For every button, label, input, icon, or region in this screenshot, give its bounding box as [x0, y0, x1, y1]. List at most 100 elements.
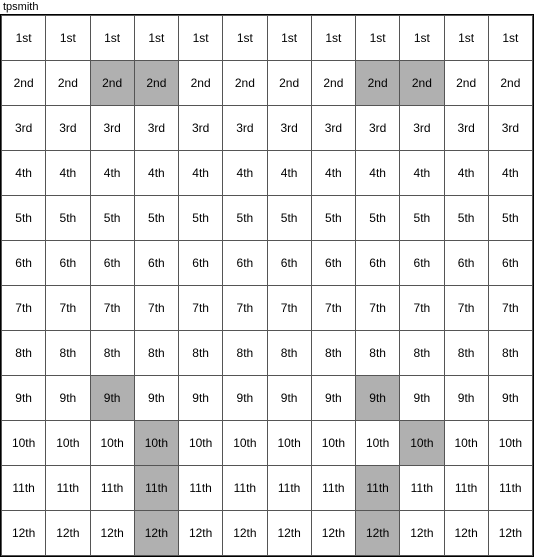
table-cell: 11th	[267, 466, 311, 511]
table-cell: 9th	[444, 376, 488, 421]
table-cell: 3rd	[444, 106, 488, 151]
table-cell: 1st	[400, 16, 444, 61]
table-cell: 4th	[90, 151, 134, 196]
table-cell: 10th	[179, 421, 223, 466]
table-cell: 9th	[311, 376, 355, 421]
table-cell: 5th	[90, 196, 134, 241]
table-cell: 8th	[179, 331, 223, 376]
table-cell: 6th	[444, 241, 488, 286]
table-cell: 12th	[444, 511, 488, 556]
table-cell: 9th	[90, 376, 134, 421]
table-cell: 12th	[134, 511, 178, 556]
table-cell: 3rd	[46, 106, 90, 151]
table-cell: 7th	[400, 286, 444, 331]
table-cell: 4th	[311, 151, 355, 196]
table-cell: 6th	[46, 241, 90, 286]
table-cell: 6th	[400, 241, 444, 286]
table-cell: 1st	[356, 16, 400, 61]
table-cell: 11th	[356, 466, 400, 511]
table-cell: 6th	[311, 241, 355, 286]
table-cell: 2nd	[2, 61, 46, 106]
table-cell: 3rd	[90, 106, 134, 151]
table-cell: 7th	[488, 286, 532, 331]
title-bar: tpsmith	[0, 0, 534, 14]
table-cell: 9th	[134, 376, 178, 421]
table-cell: 6th	[267, 241, 311, 286]
table-cell: 7th	[46, 286, 90, 331]
table-cell: 11th	[400, 466, 444, 511]
table-cell: 5th	[2, 196, 46, 241]
table-cell: 8th	[311, 331, 355, 376]
table-cell: 5th	[223, 196, 267, 241]
table-cell: 10th	[356, 421, 400, 466]
table-cell: 12th	[223, 511, 267, 556]
table-cell: 4th	[223, 151, 267, 196]
table-cell: 5th	[400, 196, 444, 241]
table-cell: 2nd	[90, 61, 134, 106]
table-cell: 9th	[2, 376, 46, 421]
table-cell: 11th	[223, 466, 267, 511]
table-cell: 7th	[2, 286, 46, 331]
table-cell: 10th	[90, 421, 134, 466]
table-cell: 12th	[356, 511, 400, 556]
table-cell: 11th	[311, 466, 355, 511]
table-cell: 2nd	[134, 61, 178, 106]
table-cell: 9th	[46, 376, 90, 421]
table-cell: 8th	[400, 331, 444, 376]
table-cell: 4th	[46, 151, 90, 196]
table-cell: 9th	[267, 376, 311, 421]
table-cell: 11th	[134, 466, 178, 511]
table-cell: 7th	[179, 286, 223, 331]
table-cell: 3rd	[134, 106, 178, 151]
table-cell: 11th	[2, 466, 46, 511]
table-cell: 4th	[267, 151, 311, 196]
table-cell: 3rd	[2, 106, 46, 151]
table-cell: 3rd	[223, 106, 267, 151]
table-cell: 2nd	[488, 61, 532, 106]
table-cell: 6th	[179, 241, 223, 286]
table-cell: 6th	[356, 241, 400, 286]
table-cell: 11th	[179, 466, 223, 511]
table-cell: 8th	[134, 331, 178, 376]
table-cell: 9th	[223, 376, 267, 421]
table-cell: 9th	[356, 376, 400, 421]
table-cell: 4th	[400, 151, 444, 196]
table-cell: 9th	[400, 376, 444, 421]
table-cell: 1st	[488, 16, 532, 61]
table-cell: 10th	[134, 421, 178, 466]
table-cell: 1st	[267, 16, 311, 61]
table-cell: 7th	[90, 286, 134, 331]
table-cell: 3rd	[356, 106, 400, 151]
table-cell: 8th	[488, 331, 532, 376]
table-cell: 10th	[488, 421, 532, 466]
table-cell: 5th	[46, 196, 90, 241]
table-cell: 1st	[90, 16, 134, 61]
table-cell: 10th	[444, 421, 488, 466]
table-cell: 2nd	[223, 61, 267, 106]
table-cell: 1st	[2, 16, 46, 61]
table-cell: 10th	[311, 421, 355, 466]
table-cell: 6th	[134, 241, 178, 286]
table-cell: 8th	[267, 331, 311, 376]
table-cell: 3rd	[311, 106, 355, 151]
table-cell: 12th	[90, 511, 134, 556]
table-cell: 12th	[179, 511, 223, 556]
table-cell: 7th	[267, 286, 311, 331]
table-cell: 7th	[223, 286, 267, 331]
table-cell: 2nd	[46, 61, 90, 106]
table-cell: 4th	[179, 151, 223, 196]
table-cell: 2nd	[267, 61, 311, 106]
table-cell: 2nd	[356, 61, 400, 106]
table-cell: 9th	[179, 376, 223, 421]
app-title: tpsmith	[3, 1, 38, 13]
table-cell: 11th	[488, 466, 532, 511]
table-cell: 12th	[311, 511, 355, 556]
table-cell: 2nd	[400, 61, 444, 106]
table-cell: 5th	[134, 196, 178, 241]
grid-table: 1st1st1st1st1st1st1st1st1st1st1st1st2nd2…	[1, 15, 533, 556]
table-cell: 10th	[267, 421, 311, 466]
table-cell: 1st	[46, 16, 90, 61]
table-cell: 1st	[134, 16, 178, 61]
table-cell: 7th	[444, 286, 488, 331]
table-cell: 1st	[223, 16, 267, 61]
